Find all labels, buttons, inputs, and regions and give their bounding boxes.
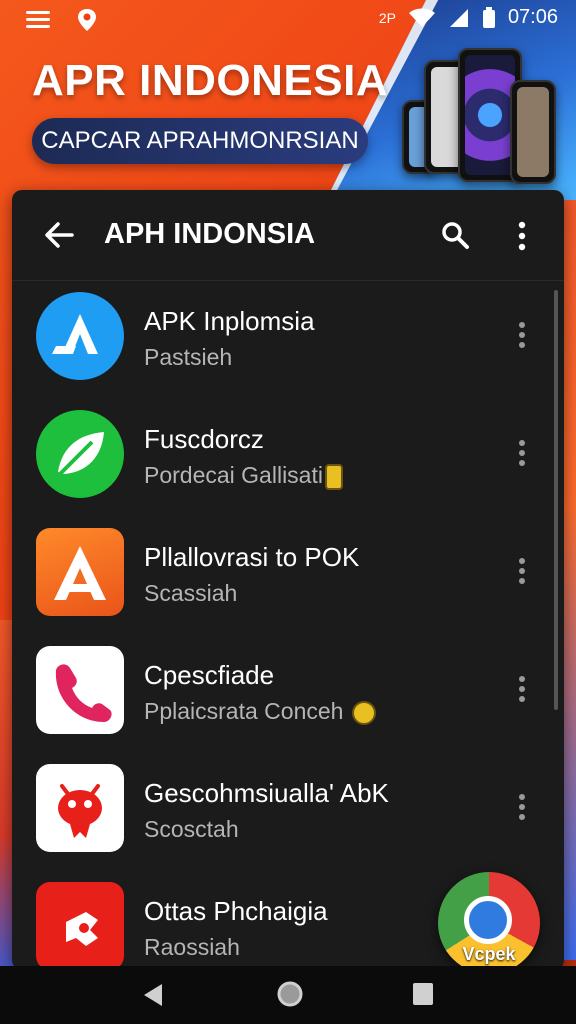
wifi-icon xyxy=(408,8,435,27)
phones-illustration xyxy=(402,40,562,190)
status-time: 07:06 xyxy=(507,6,558,28)
item-more-icon[interactable] xyxy=(518,322,526,350)
fab-label: Vcpek xyxy=(462,944,516,964)
status-bar: 2P 07:06 xyxy=(0,0,576,40)
item-more-icon[interactable] xyxy=(518,440,526,468)
app-list-card: APH INDONSIA APK Inplomsia Pastsieh Fusc… xyxy=(12,190,564,970)
hand-icon xyxy=(36,882,124,970)
list-item[interactable]: Cpescfiade Pplaicsrata Conceh xyxy=(12,636,564,754)
app-subtitle: Pplaicsrata Conceh xyxy=(144,698,344,724)
item-more-icon[interactable] xyxy=(518,794,526,822)
app-subtitle: Scosctah xyxy=(144,816,239,842)
more-vert-icon[interactable] xyxy=(512,220,532,252)
status-extra: 2P xyxy=(378,9,396,26)
battery-icon xyxy=(482,6,495,28)
nav-recents-icon[interactable] xyxy=(412,982,434,1006)
leaf-icon xyxy=(36,410,124,498)
app-bar-title: APH INDONSIA xyxy=(104,218,316,250)
list-item[interactable]: Pllallovrasi to POK Scassiah xyxy=(12,518,564,636)
menu-icon[interactable] xyxy=(26,11,50,29)
app-name: Gescohmsiualla' AbK xyxy=(144,778,389,808)
list-item[interactable]: APK Inplomsia Pastsieh xyxy=(12,282,564,400)
app-name: Pllallovrasi to POK xyxy=(144,542,360,572)
apk-letter-a-icon xyxy=(36,292,124,380)
app-name: Ottas Phchaigia xyxy=(144,896,328,926)
nav-home-icon[interactable] xyxy=(276,980,304,1008)
search-icon[interactable] xyxy=(440,220,470,250)
chrome-logo-icon xyxy=(464,896,512,944)
back-arrow-icon[interactable] xyxy=(42,218,76,252)
navigation-bar xyxy=(0,966,576,1024)
phone-icon xyxy=(36,646,124,734)
location-pin-icon xyxy=(78,9,96,31)
app-list: APK Inplomsia Pastsieh Fuscdorcz Pordeca… xyxy=(12,282,564,970)
nav-back-icon[interactable] xyxy=(142,982,164,1008)
app-subtitle: Pordecai Gallisati xyxy=(144,462,323,488)
app-bar: APH INDONSIA xyxy=(12,190,564,281)
list-item[interactable]: Gescohmsiualla' AbK Scosctah xyxy=(12,754,564,872)
robot-icon xyxy=(36,764,124,852)
app-name: Fuscdorcz xyxy=(144,424,264,454)
app-subtitle-row: Pordecai Gallisati xyxy=(144,462,343,490)
app-subtitle: Pastsieh xyxy=(144,344,233,370)
banner-title: APR INDONESIA xyxy=(32,56,389,105)
item-more-icon[interactable] xyxy=(518,676,526,704)
badge-icon xyxy=(351,700,376,725)
signal-icon xyxy=(449,8,468,27)
app-subtitle: Scassiah xyxy=(144,580,238,606)
app-subtitle-row: Pplaicsrata Conceh xyxy=(144,698,376,725)
app-name: Cpescfiade xyxy=(144,660,275,690)
decor-stripe-right xyxy=(564,200,576,960)
item-more-icon[interactable] xyxy=(518,558,526,586)
banner-subtitle: CAPCAR APRAHMONRSIAN xyxy=(41,127,359,154)
list-item[interactable]: Fuscdorcz Pordecai Gallisati xyxy=(12,400,564,518)
letter-a-icon xyxy=(36,528,124,616)
banner-subtitle-pill[interactable]: CAPCAR APRAHMONRSIAN xyxy=(32,118,368,164)
badge-icon xyxy=(324,463,343,490)
app-subtitle: Raossiah xyxy=(144,934,240,960)
floating-action-button[interactable]: Vcpek xyxy=(438,872,540,974)
app-name: APK Inplomsia xyxy=(144,306,315,336)
